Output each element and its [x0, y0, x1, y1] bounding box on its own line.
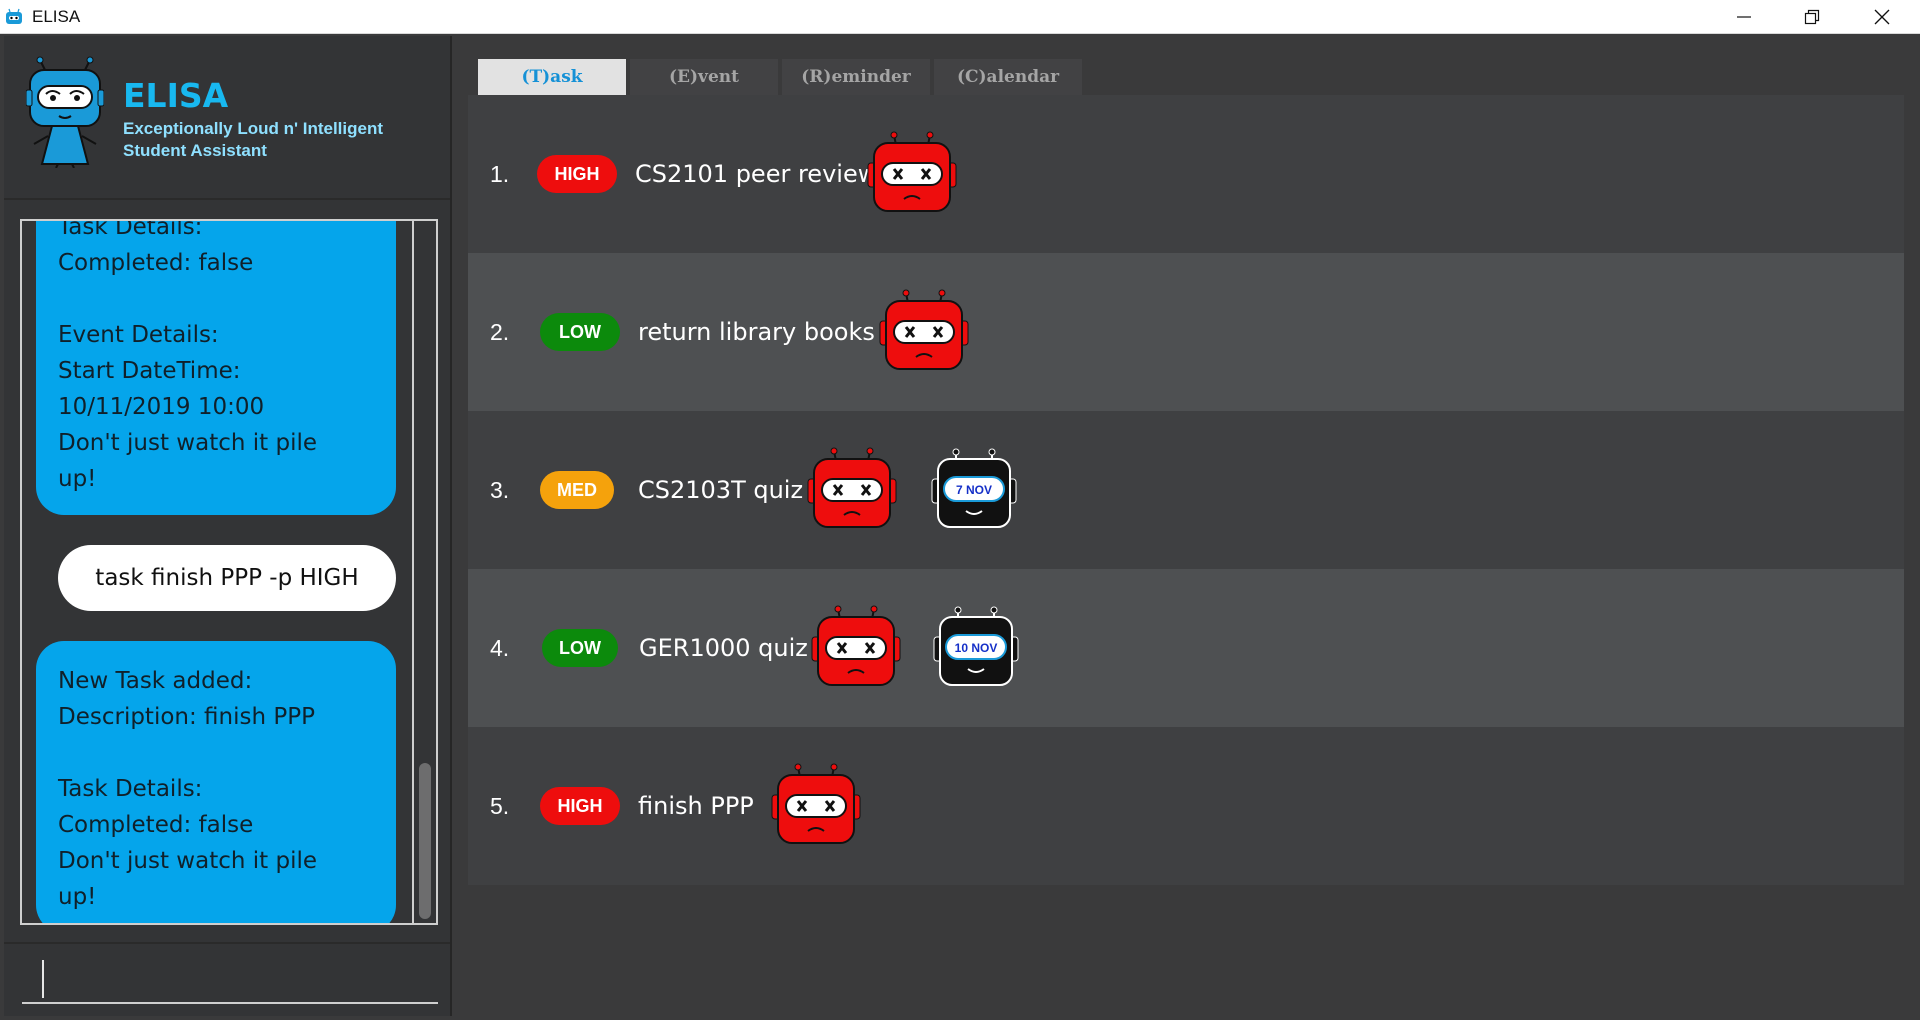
incomplete-robot-icon: [867, 131, 957, 212]
task-number: 4.: [490, 635, 510, 661]
priority-badge: HIGH: [537, 155, 617, 193]
task-description: CS2101 peer review: [635, 160, 878, 188]
task-row[interactable]: 5. HIGH finish PPP: [468, 727, 1904, 885]
task-description: finish PPP: [638, 792, 754, 820]
elisa-robot-logo: [26, 56, 104, 168]
close-icon: [1874, 9, 1890, 25]
task-description: GER1000 quiz: [639, 634, 808, 662]
task-description: CS2103T quiz: [638, 476, 804, 504]
incomplete-robot-icon: [807, 447, 897, 528]
app-subtitle-line2: Student Assistant: [123, 141, 267, 160]
task-row[interactable]: 1. HIGH CS2101 peer review: [468, 95, 1904, 253]
app-icon: [6, 8, 22, 24]
chat-scrollbar-thumb[interactable]: [419, 763, 431, 919]
close-button[interactable]: [1848, 0, 1916, 34]
task-list[interactable]: 1. HIGH CS2101 peer review 2. LOW return…: [468, 95, 1904, 885]
app-name: ELISA: [123, 76, 229, 115]
tab-event[interactable]: (E)vent: [630, 59, 778, 95]
restore-button[interactable]: [1778, 0, 1846, 34]
window-title: ELISA: [32, 7, 81, 26]
event-robot-icon: 7 NOV: [931, 448, 1017, 528]
incomplete-robot-icon: [771, 763, 861, 844]
restore-icon: [1804, 9, 1820, 25]
event-robot-icon: 10 NOV: [933, 606, 1019, 686]
incomplete-robot-icon: [879, 289, 969, 370]
event-date-label: 7 NOV: [956, 483, 992, 497]
priority-badge: LOW: [542, 629, 618, 667]
task-number: 2.: [490, 319, 510, 345]
task-row[interactable]: 2. LOW return library books: [468, 253, 1904, 411]
task-number: 5.: [490, 793, 510, 819]
app-header: ELISA Exceptionally Loud n' Intelligent …: [4, 36, 450, 200]
task-number: 1.: [490, 161, 510, 187]
command-input[interactable]: [22, 956, 438, 1004]
app-subtitle: Exceptionally Loud n' Intelligent Studen…: [123, 118, 423, 162]
chat-scrollbar[interactable]: [412, 221, 434, 923]
priority-badge: MED: [540, 471, 614, 509]
user-message: task finish PPP -p HIGH: [58, 545, 396, 611]
tab-calendar[interactable]: (C)alendar: [934, 59, 1082, 95]
task-description: return library books: [638, 318, 875, 346]
priority-badge: LOW: [540, 313, 620, 351]
task-number: 3.: [490, 477, 510, 503]
tab-task[interactable]: (T)ask: [478, 59, 626, 95]
elisa-message: New Task added: Description: finish PPP …: [36, 641, 396, 923]
chat-messages: Task Details: Completed: false Event Det…: [22, 221, 414, 923]
task-row[interactable]: 4. LOW GER1000 quiz 10 NOV: [468, 569, 1904, 727]
elisa-message: Task Details: Completed: false Event Det…: [36, 221, 396, 515]
event-date-label: 10 NOV: [955, 641, 998, 655]
minimize-icon: [1737, 16, 1751, 18]
text-caret: [42, 960, 44, 998]
tab-reminder[interactable]: (R)eminder: [782, 59, 930, 95]
title-bar: ELISA: [0, 0, 1920, 34]
minimize-button[interactable]: [1710, 0, 1778, 34]
incomplete-robot-icon: [811, 605, 901, 686]
task-row[interactable]: 3. MED CS2103T quiz 7 NOV: [468, 411, 1904, 569]
left-panel: ELISA Exceptionally Loud n' Intelligent …: [4, 36, 452, 1016]
divider: [4, 942, 450, 944]
chat-area[interactable]: Task Details: Completed: false Event Det…: [20, 219, 438, 925]
priority-badge: HIGH: [540, 787, 620, 825]
app-subtitle-line1: Exceptionally Loud n' Intelligent: [123, 119, 384, 138]
